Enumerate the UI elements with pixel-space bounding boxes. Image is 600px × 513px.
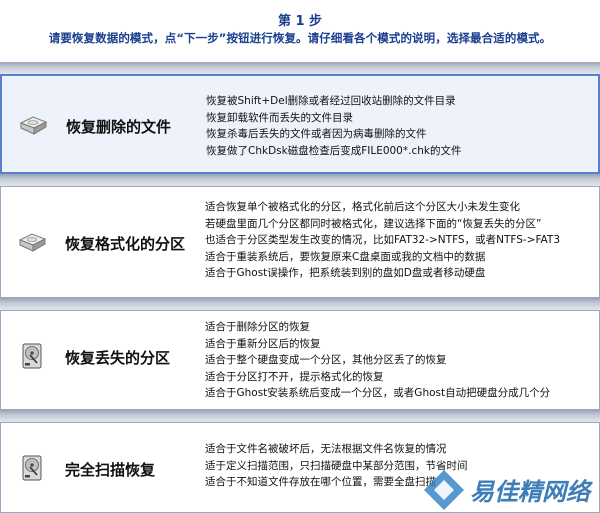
description-line: 也适合于分区类型发生改变的情况，比如FAT32->NTFS，或者NTFS->FA…: [205, 234, 561, 246]
description-line: 若硬盘里面几个分区都同时被格式化，建议选择下面的“恢复丢失的分区”: [205, 217, 542, 230]
description-line: 适合于分区打不开，提示格式化的恢复: [205, 370, 384, 383]
hard-disk-icon: [18, 233, 47, 252]
description-line: 适合于重新分区后的恢复: [205, 337, 321, 350]
mode-option-recover-lost-partition[interactable]: 恢复丢失的分区 适合于删除分区的恢复 适合于重新分区后的恢复 适合于整个硬盘变成…: [0, 310, 600, 410]
description-line: 适合于整个硬盘变成一个分区，其他分区丢了的恢复: [205, 354, 447, 366]
mode-option-recover-formatted-partition[interactable]: 恢复格式化的分区 适合恢复单个被格式化的分区，格式化前后这个分区大小未发生变化 …: [0, 186, 600, 298]
step-instructions: 请要恢复数据的模式，点“下一步”按钮进行恢复。请仔细看各个模式的说明，选择最合适…: [48, 31, 552, 45]
description-line: 恢复卸载软件而丢失的文件目录: [206, 111, 353, 124]
description-line: 恢复杀毒后丢失的文件或者因为病毒删除的文件: [206, 128, 427, 140]
hard-disk-icon: [19, 116, 48, 135]
description-line: 适合于Ghost安装系统后变成一个分区，或者Ghost自动把硬盘分成几个分: [205, 387, 551, 399]
description-line: 适合于删除分区的恢复: [205, 321, 310, 333]
mode-description: 恢复被Shift+Del删除或者经过回收站删除的文件目录 恢复卸载软件而丢失的文…: [206, 93, 598, 159]
hard-disk-open-icon: [22, 343, 42, 369]
description-line: 适合于重装系统后，要恢复原来C盘桌面或我的文档中的数据: [205, 250, 486, 263]
description-line: 恢复被Shift+Del删除或者经过回收站删除的文件目录: [206, 95, 456, 107]
mode-title: 完全扫描恢复: [65, 461, 156, 479]
description-line: 适合恢复单个被格式化的分区，格式化前后这个分区大小未发生变化: [205, 201, 520, 213]
mode-title: 恢复格式化的分区: [65, 235, 186, 253]
step-title: 第 1 步: [277, 14, 323, 29]
mode-title: 恢复丢失的分区: [65, 349, 171, 367]
hard-disk-open-icon: [22, 455, 42, 481]
mode-description: 适合恢复单个被格式化的分区，格式化前后这个分区大小未发生变化 若硬盘里面几个分区…: [205, 199, 599, 282]
mode-description: 适合于删除分区的恢复 适合于重新分区后的恢复 适合于整个硬盘变成一个分区，其他分…: [205, 319, 599, 402]
watermark-text: 易佳精网络: [470, 478, 590, 506]
recovery-mode-list: 恢复删除的文件 恢复被Shift+Del删除或者经过回收站删除的文件目录 恢复卸…: [0, 62, 600, 513]
mode-title: 恢复删除的文件: [66, 118, 172, 136]
description-line: 恢复做了ChkDsk磁盘检查后变成FILE000*.chk的文件: [206, 144, 462, 157]
description-line: 适合于文件名被破坏后，无法根据文件名恢复的情况: [205, 443, 447, 455]
step-header: 第 1 步 请要恢复数据的模式，点“下一步”按钮进行恢复。请仔细看各个模式的说明…: [0, 0, 600, 62]
watermark-logo-icon: [424, 470, 464, 510]
description-line: 适合于Ghost误操作，把系统装到别的盘如D盘或者移动硬盘: [205, 267, 486, 279]
mode-option-recover-deleted-files[interactable]: 恢复删除的文件 恢复被Shift+Del删除或者经过回收站删除的文件目录 恢复卸…: [0, 74, 600, 174]
